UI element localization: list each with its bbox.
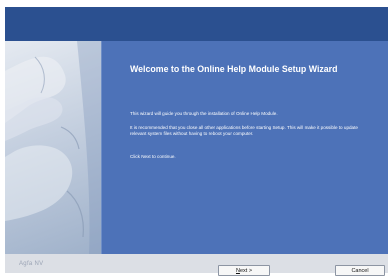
welcome-heading: Welcome to the Online Help Module Setup … <box>130 64 338 74</box>
next-label: ext > <box>239 268 253 274</box>
hands-illustration-icon <box>5 41 101 254</box>
next-button[interactable]: Next > <box>218 265 270 276</box>
side-image-panel <box>5 41 102 254</box>
setup-wizard-window: Welcome to the Online Help Module Setup … <box>0 0 388 276</box>
recommendation-paragraph: It is recommended that you close all oth… <box>130 125 358 136</box>
brand-label: Agfa NV <box>19 261 44 267</box>
intro-paragraph: This wizard will guide you through the i… <box>130 111 278 116</box>
continue-instruction: Click Next to continue. <box>130 154 176 159</box>
wizard-content: Welcome to the Online Help Module Setup … <box>5 41 388 254</box>
wizard-footer: Agfa NV Next > Cancel <box>5 254 388 276</box>
wizard-title-bar <box>5 7 388 41</box>
cancel-button[interactable]: Cancel <box>335 265 385 276</box>
